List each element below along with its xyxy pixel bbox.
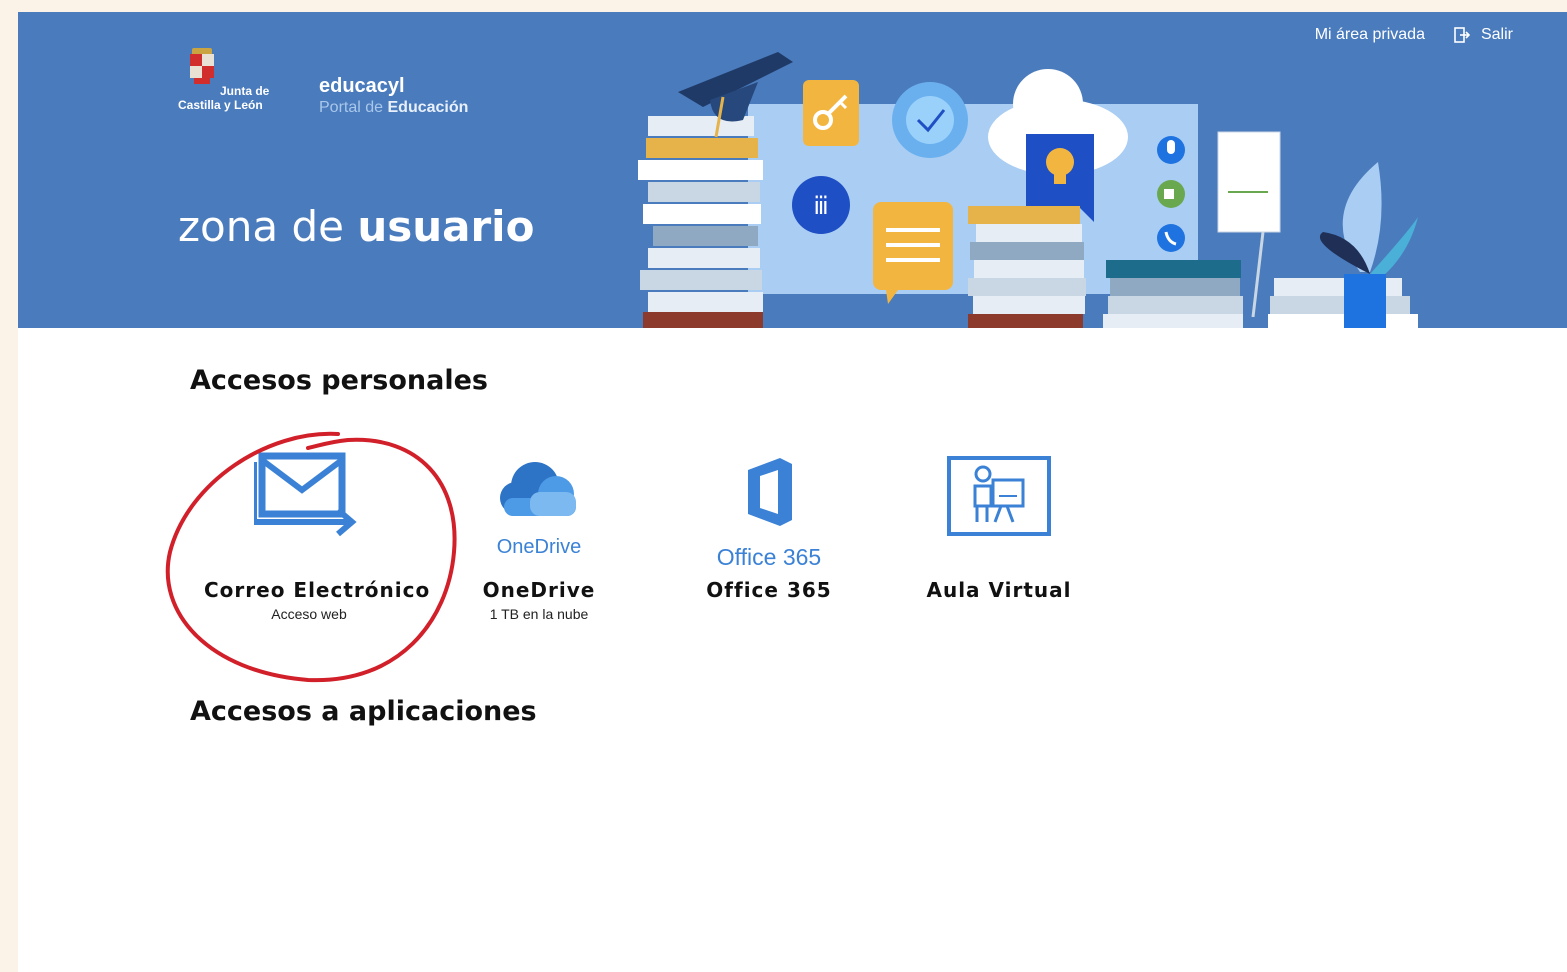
header-banner: Junta de Castilla y León educacyl Portal… [18,12,1567,328]
tile-onedrive[interactable]: OneDrive OneDrive 1 TB en la nube [434,448,644,622]
team-icon: ⅲ [792,176,850,234]
section-title-personal: Accesos personales [190,365,488,396]
tile-email-label: Correo Electrónico [204,578,431,602]
gear-clock-icon [892,82,968,158]
virtual-classroom-icon [947,456,1051,536]
page-title-prefix: zona de [178,202,344,251]
logout-icon [1454,27,1471,43]
tile-office365-label: Office 365 [706,578,832,602]
tile-aula-virtual[interactable]: Aula Virtual [894,448,1104,606]
office365-logo-text: Office 365 [716,544,822,570]
microphone-icon [1157,136,1185,164]
svg-text:ⅲ: ⅲ [813,192,828,220]
coat-of-arms-icon [190,48,214,86]
book-stack-left-icon [638,116,763,328]
tile-email[interactable]: Correo Electrónico Acceso web [204,448,431,622]
section-title-apps: Accesos a aplicaciones [190,696,537,727]
book-stack-center-icon [968,206,1086,328]
tile-onedrive-sub: 1 TB en la nube [489,606,589,622]
brand-subtitle: Portal de Educación [319,99,468,116]
email-forward-icon [254,452,357,537]
video-call-icon [1157,180,1185,208]
brand-name: educacyl [319,75,405,97]
tile-email-sub: Acceso web [271,606,347,622]
onedrive-logo-text: OneDrive [496,536,582,558]
office365-icon [748,458,792,526]
jcyl-logo-text-line2: Castilla y León [178,98,263,112]
chat-bubble-icon [873,202,953,304]
onedrive-cloud-icon [500,462,576,516]
logout-label: Salir [1480,26,1513,43]
brand-subtitle-strong: Educación [387,99,469,116]
logout-link[interactable]: Salir [1453,26,1513,44]
page-title-strong: usuario [357,202,535,251]
brand-subtitle-prefix: Portal de [319,99,384,116]
junta-castilla-leon-logo[interactable]: Junta de Castilla y León [178,48,288,122]
tile-office365[interactable]: Office 365 Office 365 [664,448,874,606]
education-illustration: ⅲ [638,52,1418,328]
tile-onedrive-label: OneDrive [482,578,596,602]
page: Junta de Castilla y León educacyl Portal… [18,12,1567,972]
tile-aula-virtual-label: Aula Virtual [926,578,1072,602]
phone-icon [1157,224,1185,252]
page-title: zona de usuario [178,202,534,251]
key-icon [803,80,859,146]
jcyl-logo-text-line1: Junta de [220,84,270,98]
educacyl-brand[interactable]: educacyl Portal de Educación [319,74,468,118]
